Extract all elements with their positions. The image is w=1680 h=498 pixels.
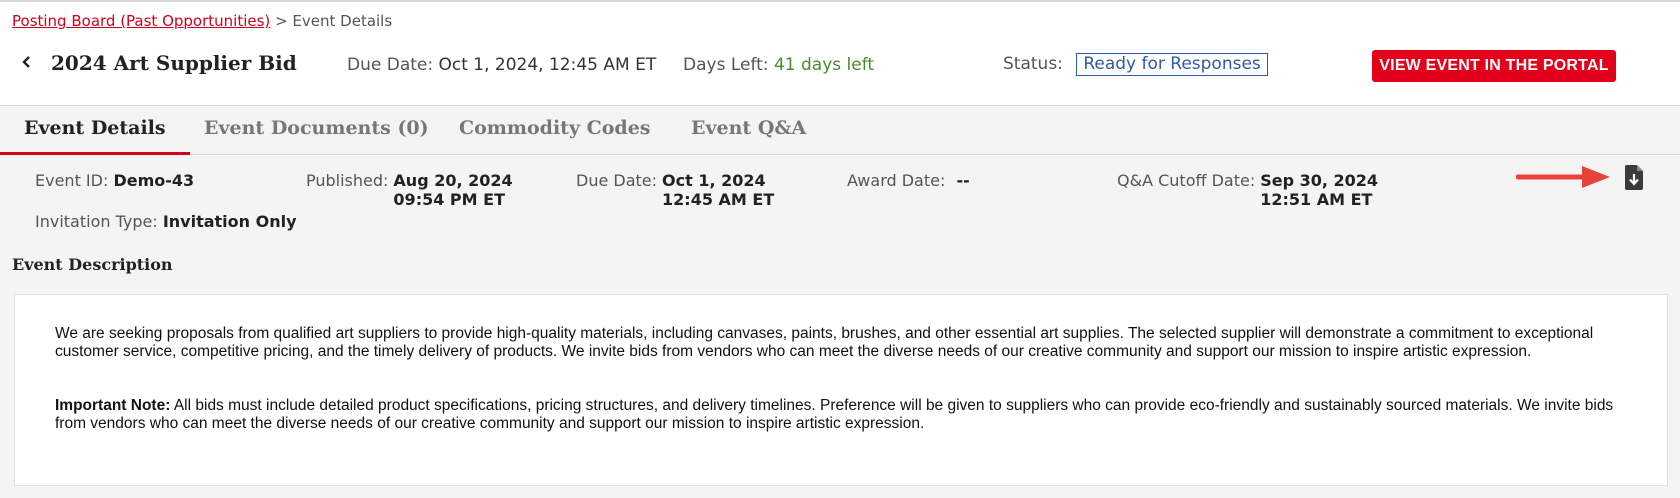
header-status: Status: Ready for Responses bbox=[1003, 53, 1268, 76]
tab-event-qa[interactable]: Event Q&A bbox=[667, 108, 830, 152]
page-title: 2024 Art Supplier Bid bbox=[51, 51, 297, 75]
important-note: Important Note: All bids must include de… bbox=[55, 397, 1615, 433]
invitation-type-value: Invitation Only bbox=[162, 212, 297, 231]
status-badge: Ready for Responses bbox=[1076, 53, 1268, 76]
published-date-value: Aug 20, 2024 bbox=[393, 171, 513, 190]
due-date-label: Due Date: bbox=[576, 171, 658, 190]
qa-cutoff-values: Sep 30, 2024 12:51 AM ET bbox=[1260, 171, 1378, 209]
tab-event-details[interactable]: Event Details bbox=[0, 108, 190, 155]
invitation-type: Invitation Type: Invitation Only bbox=[35, 212, 297, 231]
header-due-date-value: Oct 1, 2024, 12:45 AM ET bbox=[438, 55, 657, 75]
qa-cutoff-date-value: Sep 30, 2024 bbox=[1260, 171, 1379, 190]
chevron-left-icon[interactable] bbox=[20, 54, 32, 70]
red-arrow-icon bbox=[1516, 166, 1610, 188]
file-download-icon[interactable] bbox=[1623, 164, 1645, 191]
view-event-portal-button[interactable]: VIEW EVENT IN THE PORTAL bbox=[1372, 50, 1616, 82]
award-date: Award Date: -- bbox=[847, 171, 970, 190]
days-left-value: 41 days left bbox=[773, 55, 875, 75]
due-date: Due Date: Oct 1, 2024 12:45 AM ET bbox=[576, 171, 774, 209]
published-label: Published: bbox=[306, 171, 389, 190]
important-note-text: All bids must include detailed product s… bbox=[55, 397, 1614, 432]
description-card: We are seeking proposals from qualified … bbox=[14, 294, 1668, 486]
due-values: Oct 1, 2024 12:45 AM ET bbox=[662, 171, 774, 209]
invitation-type-label: Invitation Type: bbox=[35, 212, 158, 231]
breadcrumb-link-posting-board[interactable]: Posting Board (Past Opportunities) bbox=[12, 12, 270, 30]
event-id: Event ID: Demo-43 bbox=[35, 171, 194, 190]
qa-cutoff-label: Q&A Cutoff Date: bbox=[1117, 171, 1256, 190]
important-note-label: Important Note: bbox=[55, 397, 171, 414]
header-due-date-label: Due Date: bbox=[347, 55, 434, 75]
event-id-label: Event ID: bbox=[35, 171, 109, 190]
published-date: Published: Aug 20, 2024 09:54 PM ET bbox=[306, 171, 513, 209]
breadcrumb-current: Event Details bbox=[292, 12, 393, 30]
tab-event-documents[interactable]: Event Documents (0) bbox=[180, 108, 453, 152]
award-date-value: -- bbox=[956, 171, 970, 190]
days-left-label: Days Left: bbox=[683, 55, 769, 75]
qa-cutoff-time-value: 12:51 AM ET bbox=[1260, 190, 1373, 209]
breadcrumb: Posting Board (Past Opportunities) > Eve… bbox=[12, 12, 392, 30]
tab-commodity-codes[interactable]: Commodity Codes bbox=[435, 108, 674, 152]
description-paragraph: We are seeking proposals from qualified … bbox=[55, 325, 1594, 360]
header-days-left: Days Left: 41 days left bbox=[683, 55, 874, 75]
header-due-date: Due Date: Oct 1, 2024, 12:45 AM ET bbox=[347, 55, 656, 75]
event-id-value: Demo-43 bbox=[113, 171, 195, 190]
published-values: Aug 20, 2024 09:54 PM ET bbox=[393, 171, 512, 209]
status-label: Status: bbox=[1003, 54, 1063, 74]
due-date-value: Oct 1, 2024 bbox=[662, 171, 766, 190]
award-date-label: Award Date: bbox=[847, 171, 946, 190]
qa-cutoff-date: Q&A Cutoff Date: Sep 30, 2024 12:51 AM E… bbox=[1117, 171, 1378, 209]
published-time-value: 09:54 PM ET bbox=[393, 190, 505, 209]
event-header: Posting Board (Past Opportunities) > Eve… bbox=[0, 2, 1680, 106]
breadcrumb-separator: > bbox=[275, 12, 288, 30]
tab-bar: Event Details Event Documents (0) Commod… bbox=[0, 108, 1680, 155]
due-time-value: 12:45 AM ET bbox=[662, 190, 775, 209]
description-heading: Event Description bbox=[12, 255, 173, 274]
